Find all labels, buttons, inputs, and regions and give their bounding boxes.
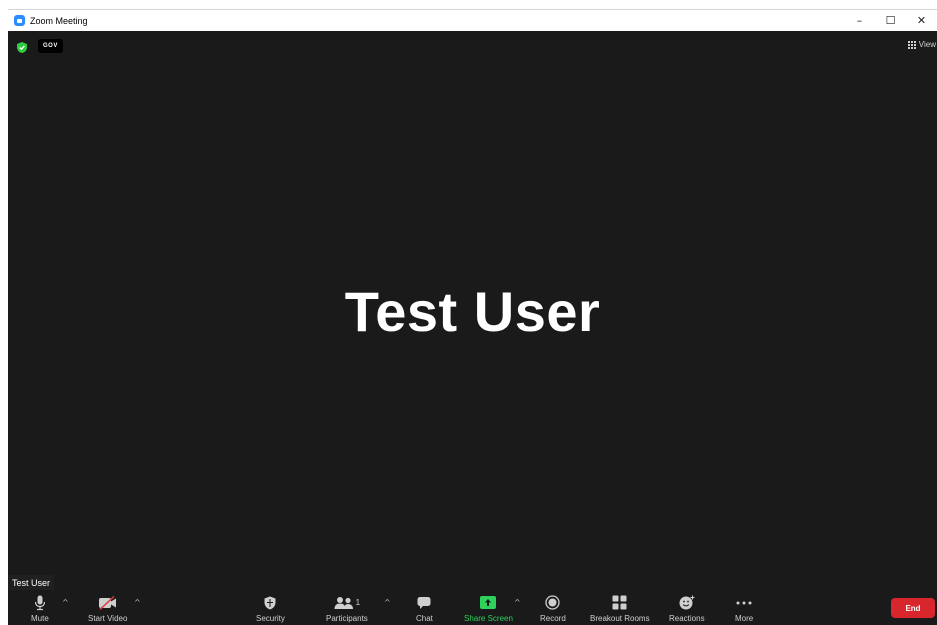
start-video-button[interactable]: Start Video bbox=[88, 594, 127, 623]
meeting-stage: GOV View Test User Test User Mute ^ Star… bbox=[8, 31, 937, 625]
gov-badge: GOV bbox=[38, 39, 63, 53]
share-screen-label: Share Screen bbox=[464, 614, 513, 623]
chat-label: Chat bbox=[416, 614, 433, 623]
reactions-label: Reactions bbox=[669, 614, 705, 623]
video-options-caret[interactable]: ^ bbox=[134, 598, 141, 607]
window-titlebar: Zoom Meeting – ☐ ✕ bbox=[8, 9, 937, 31]
reactions-button[interactable]: Reactions bbox=[669, 594, 705, 623]
share-screen-button[interactable]: Share Screen bbox=[464, 594, 513, 623]
shield-check-icon[interactable] bbox=[17, 40, 27, 53]
more-label: More bbox=[735, 614, 754, 623]
maximize-button[interactable]: ☐ bbox=[875, 10, 906, 31]
close-button[interactable]: ✕ bbox=[906, 10, 937, 31]
microphone-icon bbox=[34, 594, 46, 611]
breakout-rooms-label: Breakout Rooms bbox=[590, 614, 650, 623]
view-label: View bbox=[918, 40, 936, 49]
share-screen-icon bbox=[480, 594, 497, 611]
participant-name: Test User bbox=[344, 280, 601, 343]
window-title: Zoom Meeting bbox=[30, 15, 88, 26]
participant-name-tag: Test User bbox=[8, 575, 55, 590]
participants-count: 1 bbox=[355, 598, 361, 607]
grid-icon bbox=[907, 40, 916, 49]
start-video-label: Start Video bbox=[88, 614, 128, 623]
mute-button[interactable]: Mute bbox=[31, 594, 49, 623]
mute-label: Mute bbox=[31, 614, 49, 623]
video-off-icon bbox=[98, 594, 118, 611]
ellipsis-icon bbox=[736, 594, 752, 611]
meeting-toolbar: Mute ^ Start Video ^ Security 1 Particip… bbox=[8, 590, 937, 625]
security-label: Security bbox=[256, 614, 285, 623]
participants-options-caret[interactable]: ^ bbox=[384, 598, 391, 607]
breakout-grid-icon bbox=[612, 594, 627, 611]
people-icon: 1 bbox=[334, 594, 360, 611]
security-button[interactable]: Security bbox=[256, 594, 285, 623]
record-icon bbox=[545, 594, 561, 611]
share-options-caret[interactable]: ^ bbox=[514, 598, 521, 607]
more-button[interactable]: More bbox=[735, 594, 753, 623]
chat-bubble-icon bbox=[417, 594, 431, 611]
participants-button[interactable]: 1 Participants bbox=[326, 594, 368, 623]
audio-options-caret[interactable]: ^ bbox=[62, 598, 69, 607]
shield-icon bbox=[264, 594, 276, 611]
breakout-rooms-button[interactable]: Breakout Rooms bbox=[590, 594, 650, 623]
chat-button[interactable]: Chat bbox=[416, 594, 433, 623]
record-label: Record bbox=[540, 614, 566, 623]
record-button[interactable]: Record bbox=[540, 594, 566, 623]
participants-label: Participants bbox=[326, 614, 368, 623]
minimize-button[interactable]: – bbox=[844, 10, 875, 31]
view-button[interactable]: View bbox=[907, 40, 936, 49]
smiley-plus-icon bbox=[679, 594, 695, 611]
end-meeting-button[interactable]: End bbox=[891, 598, 935, 618]
zoom-logo-icon bbox=[14, 15, 25, 26]
window-controls: – ☐ ✕ bbox=[844, 10, 937, 31]
